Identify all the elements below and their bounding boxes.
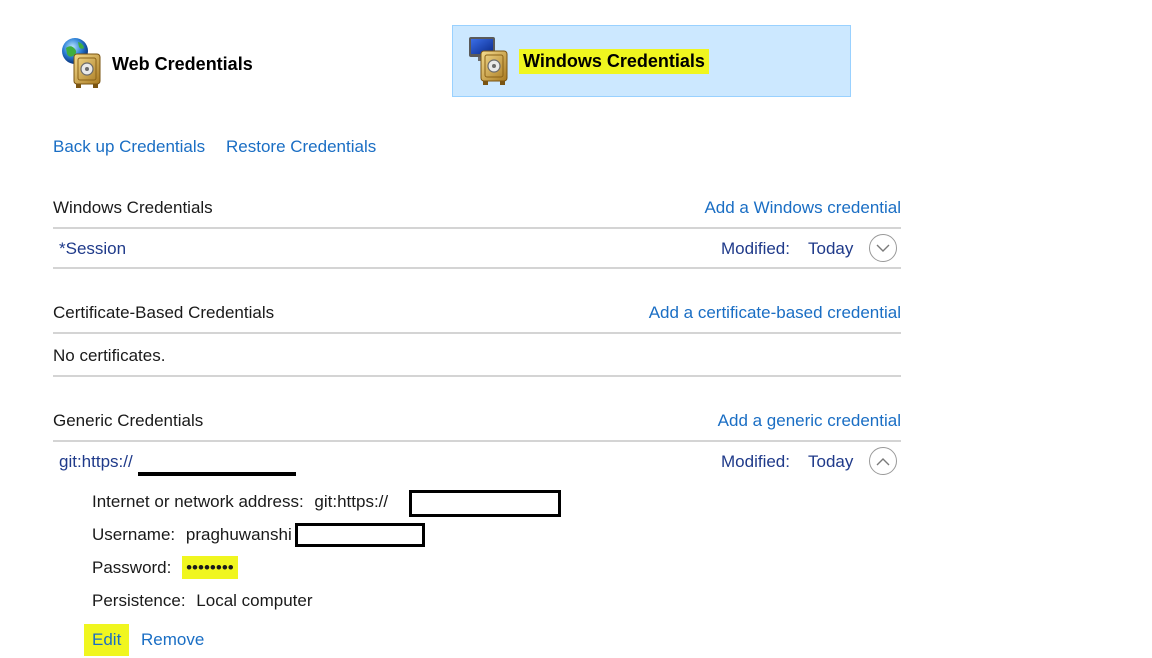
username-value: praghuwanshi [185, 525, 292, 544]
username-label: Username: [92, 525, 176, 544]
modified-value: Today [808, 239, 854, 258]
add-certificate-credential-link[interactable]: Add a certificate-based credential [649, 303, 901, 323]
divider [53, 440, 901, 442]
modified-label: Modified: [721, 452, 790, 471]
modified-value: Today [808, 452, 854, 471]
detail-address: Internet or network address: git:https:/… [92, 492, 388, 512]
credential-row-session[interactable]: *Session Modified: Today [53, 230, 901, 267]
redaction-box [295, 523, 425, 547]
detail-username: Username: praghuwanshi [92, 525, 292, 545]
add-windows-credential-link[interactable]: Add a Windows credential [704, 198, 901, 218]
persistence-label: Persistence: [92, 591, 186, 610]
divider [53, 227, 901, 229]
generic-credentials-heading: Generic Credentials [53, 411, 204, 430]
password-value: •••••••• [182, 556, 238, 579]
edit-credential-link[interactable]: Edit [84, 624, 130, 656]
restore-credentials-link[interactable]: Restore Credentials [226, 137, 376, 157]
divider [53, 375, 901, 377]
tab-web-credentials[interactable]: Web Credentials [60, 36, 253, 92]
redaction-bar [138, 456, 296, 476]
no-certificates-text: No certificates. [53, 346, 166, 365]
divider [53, 332, 901, 334]
divider [53, 267, 901, 269]
tab-windows-credentials[interactable]: Windows Credentials [452, 25, 851, 97]
address-value: git:https:// [314, 492, 389, 511]
web-vault-icon [60, 36, 106, 92]
add-generic-credential-link[interactable]: Add a generic credential [718, 411, 901, 431]
credential-row-git[interactable]: git:https:// Modified: Today [53, 443, 901, 480]
backup-credentials-link[interactable]: Back up Credentials [53, 137, 205, 157]
windows-vault-icon [467, 33, 513, 89]
expand-chevron-down-icon[interactable] [869, 234, 897, 262]
persistence-value: Local computer [196, 591, 313, 610]
modified-label: Modified: [721, 239, 790, 258]
detail-password: Password: •••••••• [92, 556, 238, 579]
credential-name: *Session [59, 239, 127, 258]
tab-windows-credentials-label: Windows Credentials [519, 48, 709, 74]
redaction-box [409, 490, 561, 517]
tab-web-credentials-label: Web Credentials [112, 53, 253, 74]
credential-name: git:https:// [59, 452, 133, 471]
detail-persistence: Persistence: Local computer [92, 591, 313, 611]
remove-credential-link[interactable]: Remove [141, 630, 204, 650]
password-label: Password: [92, 558, 172, 577]
collapse-chevron-up-icon[interactable] [869, 447, 897, 475]
address-label: Internet or network address: [92, 492, 304, 511]
certificate-credentials-heading: Certificate-Based Credentials [53, 303, 275, 322]
windows-credentials-heading: Windows Credentials [53, 198, 213, 217]
